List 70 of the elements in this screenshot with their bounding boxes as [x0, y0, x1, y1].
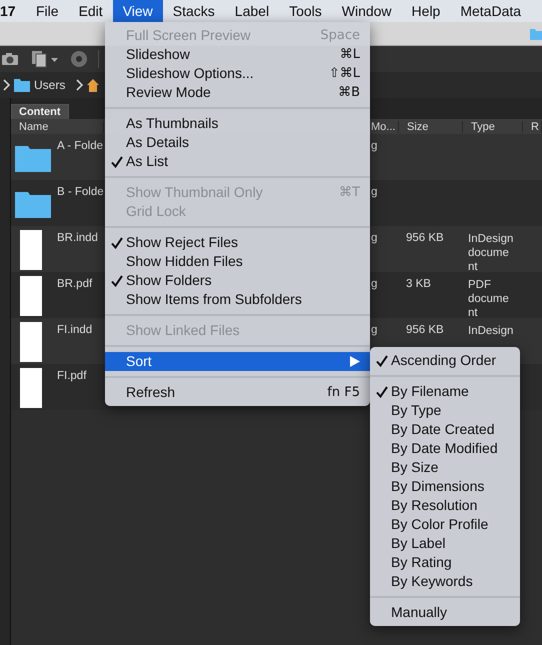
column-header[interactable]: Size — [399, 120, 463, 132]
file-name: B - Folde — [57, 186, 104, 198]
menu-option[interactable]: Ascending Order — [370, 351, 520, 370]
menu-option[interactable]: Sort — [105, 352, 370, 371]
menu-item[interactable]: Window — [332, 0, 402, 22]
document-thumbnail — [20, 368, 42, 408]
menu-option[interactable]: Refresh fn F5 — [105, 383, 370, 402]
path-item[interactable]: Users — [34, 78, 66, 92]
menu-option[interactable]: By Date Created — [370, 420, 520, 439]
menu-option[interactable]: By Filename — [370, 382, 520, 401]
folder-icon — [15, 190, 51, 218]
panel-tab[interactable]: Content — [11, 104, 69, 119]
folder-icon — [14, 78, 30, 92]
table-cell-text: InDesign — [467, 324, 514, 338]
menu-option[interactable]: By Date Modified — [370, 439, 520, 458]
table-cell-text: 956 KB — [405, 323, 445, 336]
menu-option[interactable]: By Rating — [370, 553, 520, 572]
document-thumbnail — [20, 276, 42, 316]
folder-icon — [15, 144, 51, 172]
file-name: A - Folde — [57, 140, 104, 152]
menu-option[interactable]: By Label — [370, 534, 520, 553]
table-cell-text: g — [371, 185, 378, 198]
menu-option[interactable]: By Resolution — [370, 496, 520, 515]
column-header[interactable]: Mo... — [371, 120, 399, 132]
menu-item[interactable]: View — [112, 0, 163, 22]
file-name: FI.pdf — [57, 370, 86, 382]
menu-item[interactable]: Help — [402, 0, 450, 22]
chevron-icon — [75, 79, 84, 91]
document-thumbnail — [20, 230, 42, 270]
menu-item[interactable]: Label — [224, 0, 280, 22]
menu-option[interactable]: By Keywords — [370, 572, 520, 591]
table-cell-text: InDesign document — [467, 232, 514, 274]
menu-option[interactable]: Show Folders — [105, 271, 370, 290]
menu-option[interactable]: As Details — [105, 133, 370, 152]
menu-option[interactable]: By Color Profile — [370, 515, 520, 534]
file-name: FI.indd — [57, 324, 92, 336]
copy-icon[interactable] — [30, 50, 60, 68]
document-thumbnail — [20, 322, 42, 362]
menu-item[interactable]: Stacks — [162, 0, 225, 22]
table-cell-text: g — [371, 139, 378, 152]
column-header[interactable]: Name — [11, 120, 104, 132]
menu-option[interactable]: As List — [105, 152, 370, 171]
table-cell-text: g — [371, 231, 378, 244]
menu-option[interactable]: Review Mode ⌘B — [105, 83, 370, 102]
menu-option[interactable]: By Size — [370, 458, 520, 477]
menu-option[interactable]: Show Items from Subfolders — [105, 290, 370, 309]
menu-option[interactable]: Manually — [370, 603, 520, 622]
menu-option[interactable]: Slideshow Options... ⇧⌘L — [105, 64, 370, 83]
menu-item[interactable]: File — [26, 0, 69, 22]
chevron-icon — [2, 79, 10, 91]
file-name: BR.indd — [57, 232, 98, 244]
menu-option[interactable]: By Type — [370, 401, 520, 420]
menu-item[interactable]: Tools — [279, 0, 332, 22]
table-cell-text: PDF document — [467, 278, 510, 320]
table-cell-text: g — [371, 277, 378, 290]
menu-option[interactable]: By Dimensions — [370, 477, 520, 496]
table-cell-text: 956 KB — [405, 231, 445, 244]
table-cell-text: 3 KB — [405, 277, 432, 290]
menu-option[interactable]: Show Hidden Files — [105, 252, 370, 271]
menu-item[interactable]: Edit — [68, 0, 113, 22]
menu-item[interactable]: MetaData — [450, 0, 532, 22]
camera-icon[interactable] — [0, 51, 20, 67]
menu-option[interactable]: Show Reject Files — [105, 233, 370, 252]
menu-option[interactable]: As Thumbnails — [105, 114, 370, 133]
aperture-icon[interactable] — [70, 50, 88, 68]
table-cell-text: g — [371, 323, 378, 336]
column-header[interactable]: R — [523, 120, 542, 132]
file-name: BR.pdf — [57, 278, 92, 290]
app-name: 17 — [0, 3, 17, 19]
column-header[interactable]: Type — [463, 120, 523, 132]
